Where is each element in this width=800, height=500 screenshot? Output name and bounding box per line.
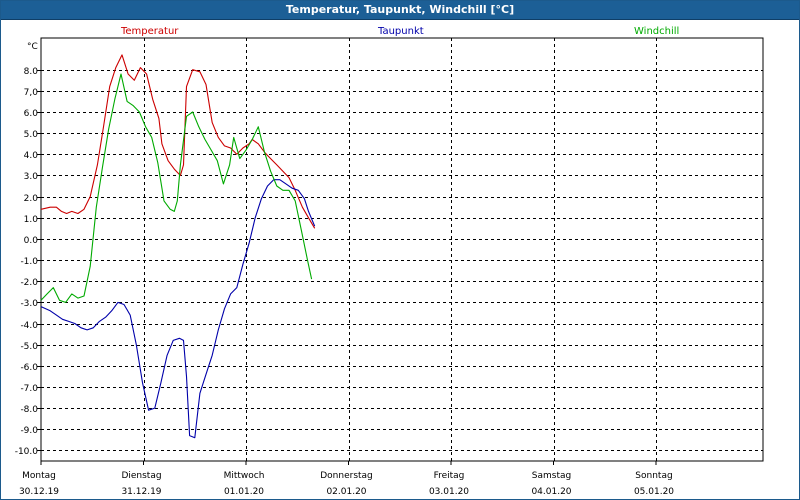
x-tick-day: Samstag [532, 471, 571, 481]
x-tick-day: Dienstag [121, 471, 161, 481]
x-tick-day: Freitag [434, 471, 465, 481]
x-tick-day: Montag [22, 471, 56, 481]
y-tick-label: 0.0 [24, 236, 39, 246]
y-tick-label: -10.0 [15, 447, 39, 457]
x-tick-day: Donnerstag [320, 471, 373, 481]
y-tick-label: -9.0 [20, 426, 38, 436]
x-tick-date: 02.01.20 [326, 487, 366, 497]
x-tick-date: 04.01.20 [531, 487, 571, 497]
y-tick-label: 7,0 [24, 88, 39, 98]
x-tick-date: 30.12.19 [19, 487, 59, 497]
y-tick-label: -4.0 [20, 321, 38, 331]
x-tick-date: 03.01.20 [429, 487, 469, 497]
line-chart: 8.0 7,0 6.0 5.0 4.0 3.0 2.0 1.0 0.0 -1.0 -2.0 -3.0 -… [15, 37, 764, 497]
y-tick-label: 3.0 [24, 172, 39, 182]
series-line-windchill [40, 73, 313, 303]
chart-window: Temperatur, Taupunkt, Windchill [°C] Tem… [0, 0, 800, 500]
y-tick-label: 5.0 [24, 130, 39, 140]
series-line-taupunkt [40, 179, 316, 439]
y-tick-label: -6.0 [20, 363, 38, 373]
x-tick-date: 31.12.19 [121, 487, 161, 497]
y-tick-label: -2.0 [20, 278, 38, 288]
y-tick-label: -8.0 [20, 405, 38, 415]
y-tick-label: -1.0 [20, 257, 38, 267]
series-line-temperatur [40, 54, 316, 229]
y-tick-label: 4.0 [24, 151, 39, 161]
plot-frame [40, 37, 764, 462]
x-tick-date: 05.01.20 [634, 487, 674, 497]
y-tick-label: -5.0 [20, 342, 38, 352]
y-tick-label: 1.0 [24, 215, 39, 225]
x-tick-day: Sonntag [635, 471, 672, 481]
y-tick-label: -3.0 [20, 299, 38, 309]
y-tick-label: 2.0 [24, 194, 39, 204]
y-axis-unit: °C [27, 42, 38, 52]
y-tick-label: -7.0 [20, 384, 38, 394]
y-tick-label: 6.0 [24, 109, 39, 119]
y-tick-label: 8.0 [24, 67, 39, 77]
x-tick-day: Mittwoch [224, 471, 265, 481]
x-tick-date: 01.01.20 [224, 487, 264, 497]
